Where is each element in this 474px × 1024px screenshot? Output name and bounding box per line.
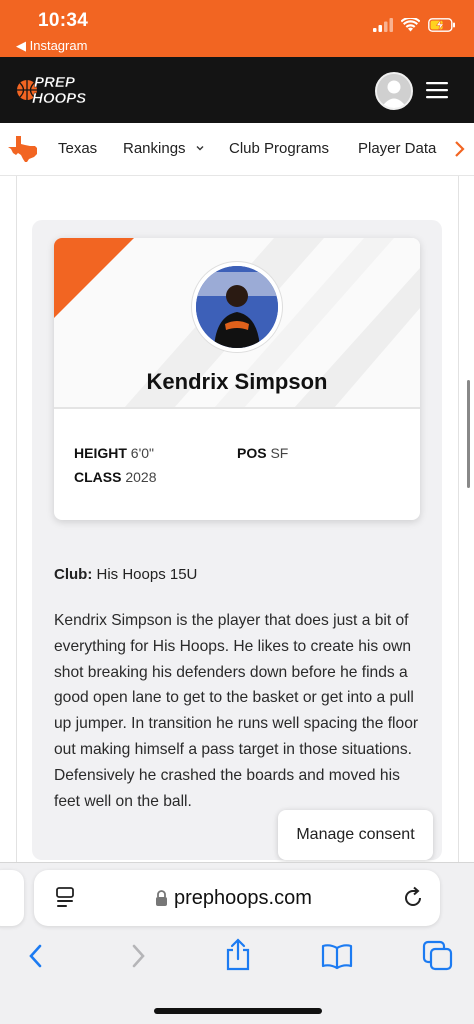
svg-text:PREP: PREP <box>34 74 76 91</box>
stat-class-value: 2028 <box>125 469 157 485</box>
stat-class-label: CLASS <box>74 469 122 485</box>
back-to-instagram-link[interactable]: ◀ Instagram <box>16 38 87 54</box>
stat-height: HEIGHT 6'0" <box>74 445 154 461</box>
clock-time: 10:34 <box>38 10 89 31</box>
stat-class: CLASS 2028 <box>74 469 157 485</box>
club-name: His Hoops 15U <box>96 566 198 583</box>
manage-consent-button[interactable]: Manage consent <box>278 810 433 860</box>
stat-height-label: HEIGHT <box>74 445 127 461</box>
stat-position-label: POS <box>237 445 267 461</box>
nav-item-club-programs[interactable]: Club Programs <box>229 140 329 157</box>
forward-arrow-icon[interactable] <box>126 942 150 970</box>
texas-state-icon[interactable] <box>8 135 40 163</box>
user-avatar[interactable] <box>375 72 413 110</box>
player-bio: Kendrix Simpson is the player that does … <box>54 612 419 810</box>
lock-icon <box>156 890 167 906</box>
share-icon[interactable] <box>224 938 252 972</box>
battery-charging-icon <box>428 18 455 32</box>
page-border-left <box>16 176 17 866</box>
nav-item-rankings-label: Rankings <box>123 140 186 157</box>
stat-height-value: 6'0" <box>130 445 154 461</box>
nav-item-player-data[interactable]: Player Data <box>358 140 436 157</box>
url-text: prephoops.com <box>174 887 312 909</box>
svg-text:HOOPS: HOOPS <box>32 90 86 107</box>
tabs-icon[interactable] <box>422 940 454 972</box>
player-name: Kendrix Simpson <box>146 369 328 394</box>
nav-item-rankings[interactable]: Rankings <box>123 140 206 157</box>
home-indicator <box>154 1008 322 1014</box>
stat-position-value: SF <box>270 445 289 461</box>
club-label: Club: <box>54 566 93 583</box>
wifi-icon <box>401 18 420 32</box>
stat-position: POS SF <box>237 445 288 461</box>
signal-icon <box>373 18 393 32</box>
page-menu-icon[interactable] <box>54 886 76 910</box>
chevron-down-icon <box>196 146 204 151</box>
nav-item-texas[interactable]: Texas <box>58 140 97 157</box>
previous-tab-preview[interactable] <box>0 870 24 926</box>
hamburger-menu-icon[interactable] <box>426 80 448 100</box>
scrollbar[interactable] <box>467 380 470 488</box>
player-card: Kendrix Simpson HEIGHT 6'0" POS SF CLASS… <box>54 238 420 520</box>
page-border-right <box>458 176 459 866</box>
nav-scroll-right-button[interactable] <box>448 136 474 162</box>
status-bar: 10:34 ◀ Instagram <box>0 0 474 57</box>
player-photo <box>192 262 282 352</box>
chevron-right-icon <box>455 141 465 157</box>
club-info: Club: His Hoops 15U <box>54 566 197 583</box>
reload-icon[interactable] <box>401 886 425 910</box>
prep-hoops-logo[interactable]: PREP HOOPS <box>16 72 100 108</box>
state-nav-bar: Texas Rankings Club Programs Player Data <box>0 123 474 176</box>
card-divider <box>54 407 420 409</box>
back-arrow-icon[interactable] <box>24 942 48 970</box>
status-icons <box>373 18 456 32</box>
bookmarks-icon[interactable] <box>321 942 353 970</box>
